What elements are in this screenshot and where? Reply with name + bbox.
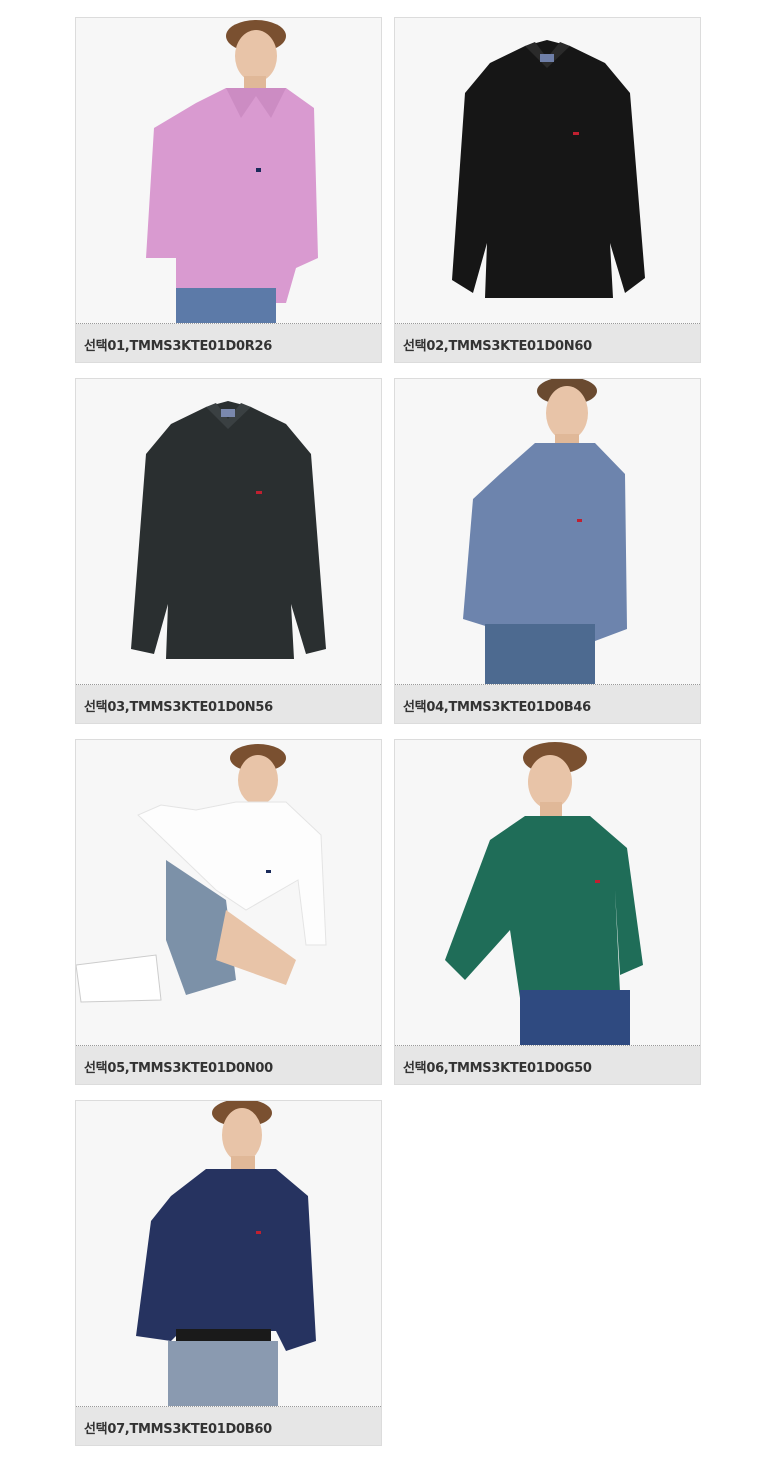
product-option-label: 선택07,TMMS3KTE01D0B60 (84, 1422, 272, 1437)
product-photo-pink-model (76, 18, 381, 324)
product-option-label: 선택02,TMMS3KTE01D0N60 (403, 339, 592, 354)
product-photo-black-shirt (395, 18, 700, 324)
product-option-card[interactable]: 선택03,TMMS3KTE01D0N56 (75, 378, 382, 724)
product-option-card[interactable]: 선택06,TMMS3KTE01D0G50 (394, 739, 701, 1085)
product-option-card[interactable]: 선택02,TMMS3KTE01D0N60 (394, 17, 701, 363)
product-option-label: 선택05,TMMS3KTE01D0N00 (84, 1061, 273, 1076)
product-photo-white-seated-model (76, 740, 381, 1046)
product-option-label: 선택06,TMMS3KTE01D0G50 (403, 1061, 592, 1076)
product-option-card[interactable]: 선택01,TMMS3KTE01D0R26 (75, 17, 382, 363)
product-option-label: 선택04,TMMS3KTE01D0B46 (403, 700, 591, 715)
product-photo-blue-model (395, 379, 700, 685)
product-option-card[interactable]: 선택05,TMMS3KTE01D0N00 (75, 739, 382, 1085)
product-option-label: 선택03,TMMS3KTE01D0N56 (84, 700, 273, 715)
product-photo-green-model (395, 740, 700, 1046)
product-photo-navy-model (76, 1101, 381, 1407)
product-option-label: 선택01,TMMS3KTE01D0R26 (84, 339, 272, 354)
product-option-card[interactable]: 선택04,TMMS3KTE01D0B46 (394, 378, 701, 724)
product-photo-dark-green-shirt (76, 379, 381, 685)
product-option-card[interactable]: 선택07,TMMS3KTE01D0B60 (75, 1100, 382, 1446)
